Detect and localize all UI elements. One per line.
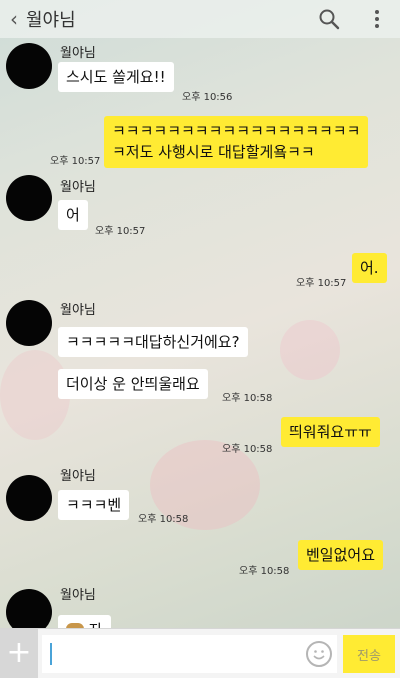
message-list[interactable]: 월야님 스시도 쏠게요!! 오후 10:56 ㅋㅋㅋㅋㅋㅋㅋㅋㅋㅋㅋㅋㅋㅋㅋㅋㅋ… [0, 38, 400, 628]
message-bubble[interactable]: 자 [58, 615, 111, 628]
message-time: 오후 10:58 [222, 393, 273, 404]
sender-name: 월야님 [60, 588, 96, 603]
header-actions [316, 6, 390, 32]
input-bar: + 전송 [0, 628, 400, 678]
message-bubble-mine[interactable]: 띄워줘요ㅠㅠ [281, 417, 380, 447]
message-bubble[interactable]: 더이상 운 안띄울래요 [58, 369, 208, 399]
message-bubble[interactable]: ㅋㅋㅋㅋㅋ대답하신거에요? [58, 327, 248, 357]
avatar[interactable] [6, 589, 52, 628]
message-bubble[interactable]: ㅋㅋㅋ벤 [58, 490, 130, 520]
message-time: 오후 10:58 [138, 514, 189, 525]
message-time: 오후 10:58 [239, 566, 290, 577]
avatar[interactable] [6, 300, 52, 346]
message-line: ㅋㅋㅋㅋㅋㅋㅋㅋㅋㅋㅋㅋㅋㅋㅋㅋㅋㅋ [112, 122, 361, 140]
sender-name: 월야님 [60, 303, 96, 318]
more-vertical-icon[interactable] [364, 6, 390, 32]
chevron-left-icon[interactable]: ‹ [4, 7, 24, 31]
chat-title: 월야님 [26, 10, 76, 31]
sender-name: 월야님 [60, 469, 96, 484]
message-time: 오후 10:57 [95, 226, 146, 237]
message-bubble[interactable]: 어 [58, 200, 88, 230]
plus-button[interactable]: + [0, 629, 38, 678]
message-bubble[interactable]: 스시도 쏠게요!! [58, 62, 174, 92]
chat-header: ‹ 월야님 [0, 0, 400, 38]
message-time: 오후 10:56 [182, 92, 233, 103]
message-time: 오후 10:58 [222, 444, 273, 455]
message-time: 오후 10:57 [50, 156, 101, 167]
avatar[interactable] [6, 475, 52, 521]
message-line: ㅋ저도 사행시로 대답할게욬ㅋㅋ [112, 143, 315, 161]
sender-name: 월야님 [60, 180, 96, 195]
message-bubble-mine[interactable]: 어. [352, 253, 387, 283]
search-icon[interactable] [316, 6, 342, 32]
sender-name: 월야님 [60, 46, 96, 61]
text-cursor [50, 643, 52, 665]
avatar[interactable] [6, 175, 52, 221]
message-time: 오후 10:57 [296, 278, 347, 289]
message-input[interactable] [42, 635, 337, 673]
emoji-icon[interactable] [306, 641, 332, 667]
send-button[interactable]: 전송 [343, 635, 395, 673]
avatar[interactable] [6, 43, 52, 89]
message-bubble-mine[interactable]: 벤일없어요 [298, 540, 384, 570]
message-text: 자 [89, 621, 103, 628]
message-bubble-mine[interactable]: ㅋㅋㅋㅋㅋㅋㅋㅋㅋㅋㅋㅋㅋㅋㅋㅋㅋㅋ ㅋ저도 사행시로 대답할게욬ㅋㅋ [104, 116, 369, 168]
